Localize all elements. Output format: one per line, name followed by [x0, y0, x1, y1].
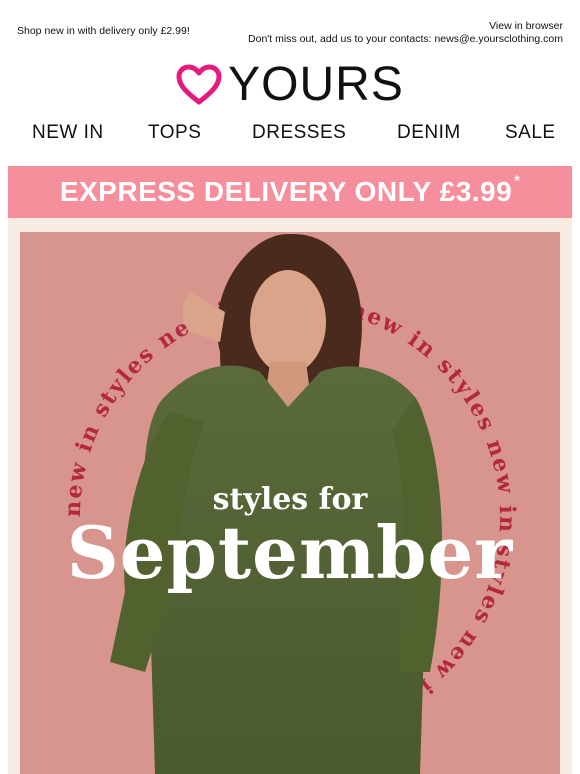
add-to-contacts-link[interactable]: Don't miss out, add us to your contacts:… [248, 33, 563, 46]
hero-image-link[interactable]: new in styles new in styles new in style… [20, 232, 560, 774]
banner-text: EXPRESS DELIVERY ONLY £3.99 [59, 176, 513, 207]
nav-item-sale[interactable]: SALE [505, 122, 556, 144]
nav-item-tops[interactable]: TOPS [148, 122, 201, 144]
logo-text: YOURS [228, 58, 404, 111]
nav-item-denim[interactable]: DENIM [397, 122, 461, 144]
nav-item-new-in[interactable]: NEW IN [32, 122, 104, 144]
heart-icon [176, 64, 222, 105]
main-nav: NEW IN TOPS DRESSES DENIM SALE [0, 122, 580, 150]
face-shape [250, 270, 326, 374]
preheader-promo-text: Shop new in with delivery only £2.99! [17, 25, 190, 37]
hero-title-large: September [66, 510, 514, 595]
view-in-browser-link[interactable]: View in browser [248, 20, 563, 33]
brand-logo[interactable]: YOURS [0, 60, 580, 110]
nav-item-dresses[interactable]: DRESSES [252, 122, 346, 144]
preheader-links: View in browser Don't miss out, add us t… [248, 20, 563, 46]
preheader: Shop new in with delivery only £2.99! Vi… [0, 0, 580, 50]
express-delivery-banner[interactable]: EXPRESS DELIVERY ONLY £3.99 * [8, 166, 572, 218]
banner-asterisk: * [514, 172, 521, 188]
